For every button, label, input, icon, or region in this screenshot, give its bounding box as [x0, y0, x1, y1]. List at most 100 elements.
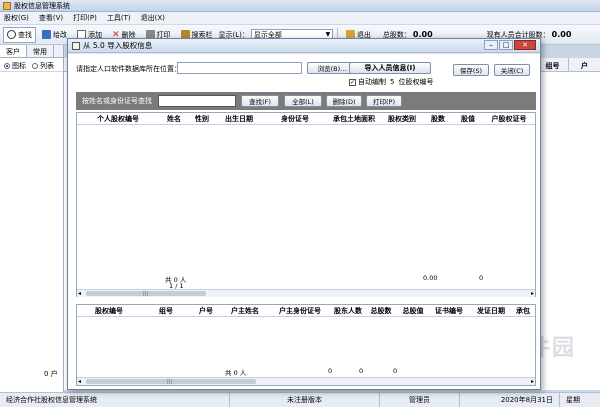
scroll-left-icon[interactable]: ◂	[78, 378, 81, 385]
search-label: 按姓名或身份证号查找	[82, 97, 152, 105]
save-button[interactable]: 保存(S)	[453, 64, 489, 76]
close-window-button[interactable]: ✕	[514, 40, 536, 50]
col-household-cert[interactable]: 户股权证号	[483, 114, 535, 124]
import-dialog: 从 5.0 导入股权信息 – □ ✕ 请指定人口软件数据库所在位置： 浏览(B)…	[67, 38, 541, 390]
status-registration: 未注册版本	[230, 393, 380, 407]
col-issue-date[interactable]: 发证日期	[469, 306, 513, 316]
dialog-titlebar[interactable]: 从 5.0 导入股权信息 – □ ✕	[68, 39, 540, 53]
find-button[interactable]: 查找	[3, 26, 36, 43]
menu-item-tools[interactable]: 工具(T)	[107, 13, 131, 23]
find-button-label: 查找	[18, 30, 32, 39]
household-total-count: 共 0 人	[225, 369, 247, 377]
radio-icon-view-label: 图标	[12, 62, 26, 70]
left-tabs: 客户 常用	[0, 45, 63, 58]
col-cert-number[interactable]: 证书编号	[429, 306, 469, 316]
main-menubar: 股权(G) 查看(V) 打印(P) 工具(T) 退出(X)	[0, 12, 600, 25]
scroll-right-icon[interactable]: ▸	[531, 378, 534, 385]
radio-selected-icon	[4, 63, 10, 69]
col-id-number[interactable]: 身份证号	[263, 114, 327, 124]
household-count: 0 户	[44, 370, 58, 378]
person-equity-grid: 个人股权编号 姓名 性别 出生日期 身份证号 承包土地面积 股权类别 股数 股值…	[76, 112, 536, 297]
menu-item-view[interactable]: 查看(V)	[39, 13, 63, 23]
household-equity-grid: 股权编号 组号 户号 户主姓名 户主身份证号 股东人数 总股数 总股值 证书编号…	[76, 304, 536, 386]
menu-item-exit[interactable]: 退出(X)	[141, 13, 165, 23]
locate-button-label: 给改	[53, 30, 67, 39]
search-band: 按姓名或身份证号查找 查找(F) 全部(L) 删除(D) 打印(P)	[76, 92, 536, 110]
print-button-dialog[interactable]: 打印(P)	[366, 95, 402, 107]
dialog-icon	[72, 41, 80, 50]
col-household[interactable]: 户	[568, 58, 600, 71]
status-bar: 经济合作社股权信息管理系统 未注册版本 管理员 2020年8月31日 星期	[0, 392, 600, 407]
col-gender[interactable]: 性别	[189, 114, 215, 124]
search-icon	[7, 30, 16, 39]
col-head-name[interactable]: 户主姓名	[221, 306, 269, 316]
path-label: 请指定人口软件数据库所在位置：	[76, 65, 181, 73]
delete-button-dialog[interactable]: 删除(D)	[326, 95, 362, 107]
auto-number-checkbox[interactable]: ✓	[349, 78, 356, 86]
locate-icon	[42, 30, 51, 39]
col-shares[interactable]: 股数	[423, 114, 453, 124]
household-grid-header: 股权编号 组号 户号 户主姓名 户主身份证号 股东人数 总股数 总股值 证书编号…	[77, 305, 535, 317]
chevron-down-icon: ▼	[325, 31, 331, 38]
main-window-title: 股权信息管理系统	[14, 1, 70, 10]
scroll-grip-icon: |||	[143, 291, 149, 297]
find-button-dialog[interactable]: 查找(F)	[241, 95, 279, 107]
window-controls: – □ ✕	[484, 40, 536, 50]
person-grid-header: 个人股权编号 姓名 性别 出生日期 身份证号 承包土地面积 股权类别 股数 股值…	[77, 113, 535, 125]
col-equity-no[interactable]: 股权编号	[77, 306, 141, 316]
col-name[interactable]: 姓名	[159, 114, 189, 124]
menu-item-equity[interactable]: 股权(G)	[4, 13, 29, 23]
status-user: 管理员	[380, 393, 460, 407]
left-panel: 客户 常用 图标 列表 0 户	[0, 45, 64, 392]
app-icon	[3, 1, 11, 10]
status-company: 经济合作社股权信息管理系统	[0, 393, 230, 407]
radio-unselected-icon	[32, 63, 38, 69]
status-date: 2020年8月31日	[460, 393, 560, 407]
household-sum-value: 0	[393, 367, 398, 375]
household-sum-people: 0	[328, 367, 333, 375]
tab-customers[interactable]: 客户	[0, 45, 27, 57]
scroll-left-icon[interactable]: ◂	[78, 290, 81, 297]
radio-list-view[interactable]: 列表	[32, 61, 54, 70]
scroll-right-icon[interactable]: ▸	[531, 290, 534, 297]
menu-item-print[interactable]: 打印(P)	[73, 13, 97, 23]
col-equity-type[interactable]: 股权类别	[381, 114, 423, 124]
digits-input[interactable]: 5	[388, 78, 396, 86]
main-titlebar: 股权信息管理系统	[0, 0, 600, 12]
col-birth-date[interactable]: 出生日期	[215, 114, 263, 124]
close-button[interactable]: 关闭(C)	[494, 64, 530, 76]
status-weekday: 星期	[566, 396, 580, 404]
col-household-no[interactable]: 户号	[191, 306, 221, 316]
show-all-button[interactable]: 全部(L)	[284, 95, 322, 107]
dialog-body: 请指定人口软件数据库所在位置： 浏览(B)... 导入人员信息(I) 保存(S)…	[68, 54, 540, 389]
maximize-button[interactable]: □	[499, 40, 513, 50]
household-grid-hscrollbar[interactable]: ◂ ||| ▸	[77, 377, 535, 385]
scroll-grip-icon: |||	[167, 379, 173, 385]
col-contracted-land[interactable]: 承包土地面积	[327, 114, 381, 124]
col-contract[interactable]: 承包	[513, 306, 533, 316]
col-head-id[interactable]: 户主身份证号	[269, 306, 331, 316]
digits-label: 位股权编号	[398, 78, 434, 86]
col-shareholder-count[interactable]: 股东人数	[331, 306, 365, 316]
radio-icon-view[interactable]: 图标	[4, 61, 26, 70]
person-sum-shares: 0.00	[423, 274, 438, 282]
col-share-value[interactable]: 股值	[453, 114, 483, 124]
radio-list-view-label: 列表	[40, 62, 54, 70]
database-path-input[interactable]	[177, 62, 302, 74]
col-group[interactable]: 组号	[141, 306, 191, 316]
person-grid-hscrollbar[interactable]: ◂ ||| ▸	[77, 289, 535, 297]
tab-frequent[interactable]: 常用	[27, 45, 54, 57]
name-or-id-search-input[interactable]	[158, 95, 236, 107]
view-mode-radios: 图标 列表	[0, 58, 63, 72]
auto-number-row: ✓ 自动编制 5 位股权编号	[349, 77, 433, 87]
col-person-equity-no[interactable]: 个人股权编号	[77, 114, 159, 124]
minimize-button[interactable]: –	[484, 40, 498, 50]
total-people-shares-value: 0.00	[551, 30, 572, 39]
auto-number-label: 自动编制	[358, 78, 386, 86]
import-people-button[interactable]: 导入人员信息(I)	[349, 62, 431, 74]
dialog-title: 从 5.0 导入股权信息	[83, 41, 153, 50]
household-sum-shares: 0	[359, 367, 364, 375]
col-total-shares[interactable]: 总股数	[365, 306, 397, 316]
col-total-value[interactable]: 总股值	[397, 306, 429, 316]
person-sum-value: 0	[479, 274, 484, 282]
